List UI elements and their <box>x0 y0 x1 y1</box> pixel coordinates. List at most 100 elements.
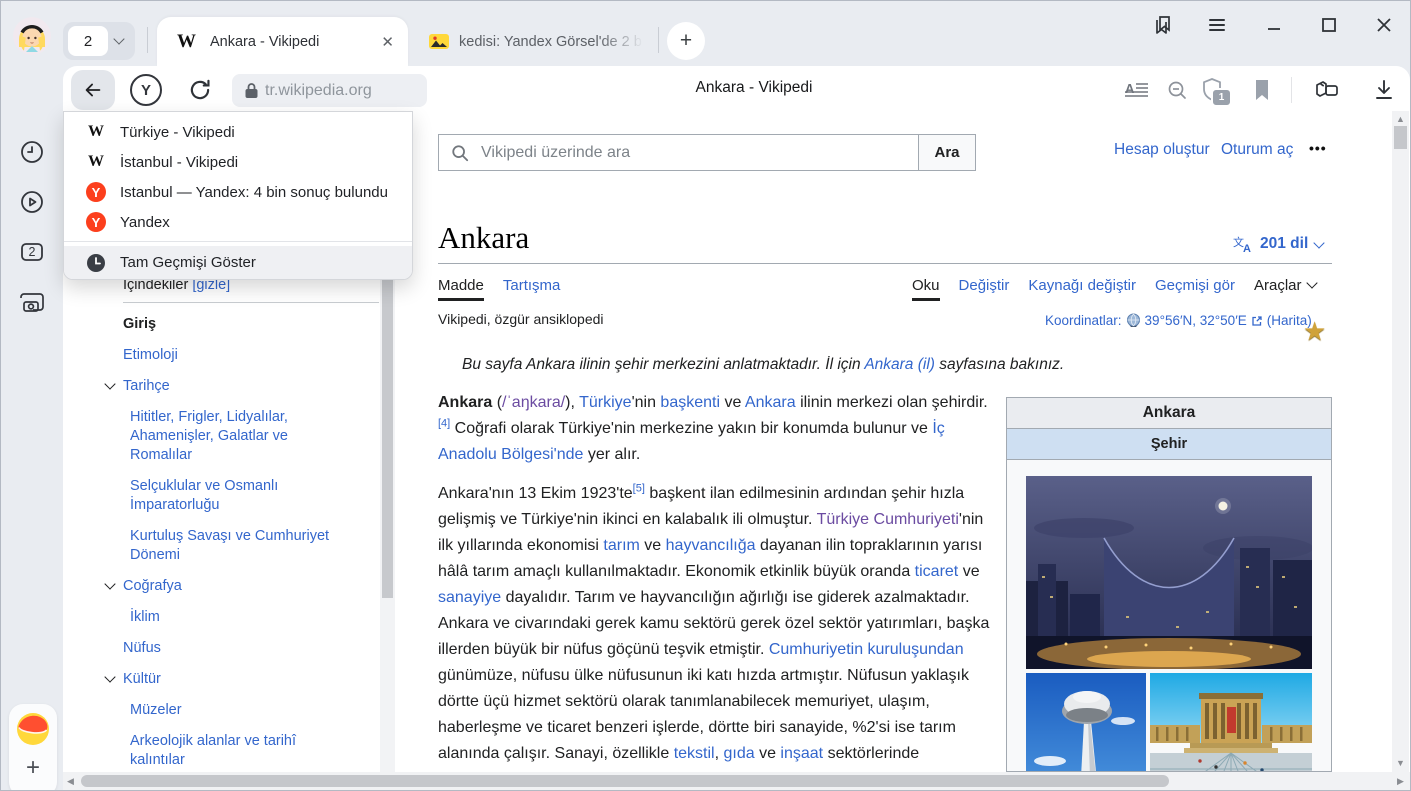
screenshot-icon[interactable] <box>17 287 47 317</box>
toc-item[interactable]: Coğrafya <box>104 577 384 596</box>
back-button[interactable] <box>71 70 115 110</box>
wiki-page-tab[interactable]: Madde <box>438 277 484 294</box>
chevron-down-icon[interactable] <box>104 378 115 389</box>
tab-counter[interactable]: 2 <box>68 26 108 56</box>
tabs-panel-icon[interactable]: 2 <box>17 237 47 267</box>
inline-link[interactable]: gıda <box>723 745 754 762</box>
inline-link[interactable]: Cumhuriyetin kuruluşundan <box>769 641 964 658</box>
new-tab-button[interactable]: + <box>667 22 705 60</box>
downloads-icon[interactable] <box>1370 77 1398 103</box>
title-divider <box>438 263 1332 264</box>
minimize-icon[interactable] <box>1261 12 1287 38</box>
scroll-right-icon[interactable]: ▶ <box>1397 776 1404 787</box>
scroll-down-icon[interactable]: ▼ <box>1396 758 1405 768</box>
anitkabir-photo[interactable] <box>1150 673 1312 772</box>
collections-icon[interactable] <box>1313 77 1341 103</box>
reload-button[interactable] <box>187 77 213 103</box>
scroll-left-icon[interactable]: ◀ <box>67 776 74 787</box>
inline-link[interactable]: inşaat <box>780 745 823 762</box>
chevron-down-icon[interactable] <box>104 578 115 589</box>
inline-link[interactable]: tarım <box>603 537 639 554</box>
toc-item[interactable]: İklim <box>104 608 348 627</box>
inline-link[interactable]: başkenti <box>660 394 720 411</box>
show-full-history-item[interactable]: Tam Geçmişi Göster <box>64 246 412 279</box>
ankara-night-skyline-photo[interactable] <box>1026 476 1312 669</box>
yandex-browser-logo[interactable] <box>16 712 50 746</box>
login-link[interactable]: Oturum aç <box>1221 141 1293 159</box>
map-link[interactable]: (Harita) <box>1267 313 1312 328</box>
wiki-page-tab[interactable]: Kaynağı değiştir <box>1028 277 1136 294</box>
wiki-page-tab[interactable]: Oku <box>912 277 940 294</box>
toc-item[interactable]: Hititler, Frigler, Lidyalılar, Ahamenişl… <box>104 408 348 465</box>
reference-superscript[interactable]: [5] <box>633 483 645 495</box>
coordinates-value[interactable]: 39°56′N, 32°50′E <box>1145 313 1247 328</box>
create-account-link[interactable]: Hesap oluştur <box>1114 141 1210 159</box>
inline-link[interactable]: tekstil <box>674 745 715 762</box>
history-item[interactable]: WTürkiye - Vikipedi <box>64 117 412 147</box>
horizontal-scrollbar-thumb[interactable] <box>81 775 1169 787</box>
history-icon[interactable] <box>17 137 47 167</box>
bookmarks-panel-icon[interactable] <box>1151 12 1177 38</box>
toc-item[interactable]: Nüfus <box>104 639 384 658</box>
toc-item[interactable]: Kültür <box>104 670 384 689</box>
inline-link[interactable]: Ankara (il) <box>864 356 935 373</box>
bookmark-icon[interactable] <box>1248 77 1276 103</box>
wiki-page-tab[interactable]: Geçmişi gör <box>1155 277 1235 294</box>
toc-list: Giriş Etimoloji Tarihçe Hititler, Frigler, … <box>104 315 384 770</box>
tab-counter-control[interactable]: 2 <box>63 22 135 60</box>
reference-superscript[interactable]: [4] <box>438 418 450 430</box>
menu-icon[interactable] <box>1204 12 1230 38</box>
wiki-page-tab[interactable]: Değiştir <box>959 277 1010 294</box>
inline-link[interactable]: /ˈaŋkara/ <box>502 394 565 411</box>
wiki-search-input[interactable] <box>479 143 918 163</box>
zoom-page-icon[interactable] <box>1163 77 1191 103</box>
toc-item[interactable]: Kurtuluş Savaşı ve Cumhuriyet Dönemi <box>104 527 348 565</box>
coordinates[interactable]: Koordinatlar: 39°56′N, 32°50′E (Harita) <box>1045 313 1312 328</box>
profile-avatar[interactable] <box>13 17 51 55</box>
vertical-scrollbar-track[interactable] <box>1392 111 1409 772</box>
inline-link[interactable]: Ankara <box>745 394 796 411</box>
close-window-icon[interactable] <box>1371 12 1397 38</box>
history-item[interactable]: Wİstanbul - Vikipedi <box>64 147 412 177</box>
close-tab-icon[interactable]: ✕ <box>381 33 394 51</box>
vertical-scrollbar-thumb[interactable] <box>1394 126 1407 149</box>
inline-link[interactable]: sanayiye <box>438 589 501 606</box>
account-more-icon[interactable]: ••• <box>1309 140 1327 156</box>
maximize-icon[interactable] <box>1316 12 1342 38</box>
atakule-tower-photo[interactable] <box>1026 673 1146 772</box>
toc-item[interactable]: Müzeler <box>104 701 348 720</box>
language-selector[interactable]: 文 A 201 dil <box>1233 235 1323 253</box>
external-link-icon <box>1251 315 1263 327</box>
coordinates-label[interactable]: Koordinatlar: <box>1045 313 1122 328</box>
history-item[interactable]: YIstanbul — Yandex: 4 bin sonuç bulundu <box>64 177 412 207</box>
wiki-page-tab[interactable]: Tartışma <box>503 277 561 294</box>
wiki-search-button[interactable]: Ara <box>918 135 975 170</box>
history-item[interactable]: YYandex <box>64 207 412 237</box>
address-bar[interactable]: tr.wikipedia.org <box>232 74 427 107</box>
chevron-down-icon[interactable] <box>104 671 115 682</box>
inline-link[interactable]: ticaret <box>915 563 959 580</box>
yandex-search-button[interactable]: Y <box>130 74 162 106</box>
infobox-image-montage <box>1007 460 1331 772</box>
reader-mode-icon[interactable]: A <box>1123 77 1151 103</box>
inline-link[interactable]: Türkiye <box>579 394 631 411</box>
reference-link[interactable]: [5] <box>633 483 645 495</box>
toc-item[interactable]: Tarihçe <box>104 377 384 396</box>
protect-shield-icon[interactable]: 1 <box>1198 77 1226 103</box>
wiki-search-box[interactable]: Ara <box>438 134 976 171</box>
media-play-icon[interactable] <box>17 187 47 217</box>
scroll-up-icon[interactable]: ▲ <box>1396 114 1405 124</box>
reference-link[interactable]: [4] <box>438 418 450 430</box>
wiki-page-tab[interactable]: Araçlar <box>1254 277 1316 294</box>
toc-scrollbar-thumb[interactable] <box>382 279 393 598</box>
toc-item[interactable]: Selçuklular ve Osmanlı İmparatorluğu <box>104 477 348 515</box>
toc-item[interactable]: Giriş <box>104 315 384 334</box>
toc-item[interactable]: Arkeolojik alanlar ve tarihî kalıntılar <box>104 732 348 770</box>
chevron-down-icon[interactable] <box>113 33 124 44</box>
tab-ankara-vikipedi[interactable]: W Ankara - Vikipedi ✕ <box>157 17 408 66</box>
add-shortcut-button[interactable]: + <box>21 756 45 780</box>
inline-link[interactable]: Türkiye Cumhuriyeti <box>817 511 959 528</box>
inline-link[interactable]: hayvancılığa <box>666 537 756 554</box>
lock-icon <box>244 82 259 99</box>
toc-item[interactable]: Etimoloji <box>104 346 384 365</box>
